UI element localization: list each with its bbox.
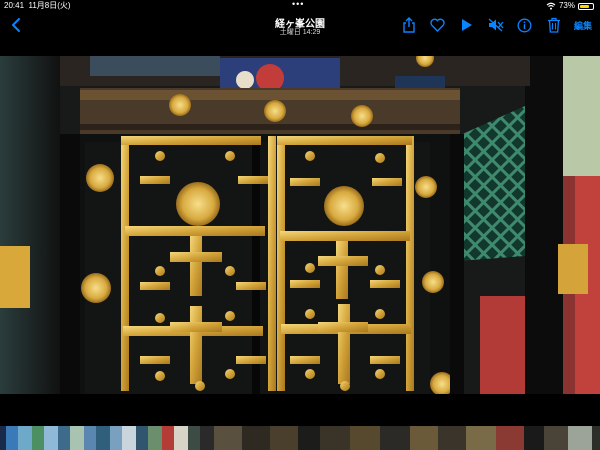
thumbnail[interactable] (466, 426, 496, 450)
thumbnail[interactable] (200, 426, 214, 450)
thumbnail[interactable] (188, 426, 200, 450)
edit-button[interactable]: 編集 (574, 19, 592, 32)
wifi-icon (546, 2, 556, 10)
nav-bar: 経ヶ峯公園 土曜日 14:29 編集 (0, 12, 600, 42)
photo-date: 土曜日 14:29 (279, 29, 321, 36)
thumbnail[interactable] (84, 426, 96, 450)
battery-percent: 73% (558, 1, 575, 10)
thumbnail[interactable] (18, 426, 32, 450)
multitasking-dots-icon[interactable]: ••• (292, 0, 304, 10)
info-button[interactable] (516, 16, 534, 34)
thumbnail[interactable] (496, 426, 524, 450)
play-button[interactable] (458, 16, 476, 34)
thumbnail[interactable] (592, 426, 600, 450)
photo-viewer[interactable] (0, 56, 600, 394)
thumbnail[interactable] (320, 426, 350, 450)
thumbnail[interactable] (44, 426, 58, 450)
thumbnail[interactable] (380, 426, 410, 450)
play-icon (461, 19, 472, 31)
status-clock: 20:41 (4, 1, 25, 10)
thumbnail[interactable] (524, 426, 544, 450)
status-right: 73% (546, 0, 594, 12)
status-bar: 20:41 11月8日(火) ••• 73% (0, 0, 600, 12)
thumbnail[interactable] (110, 426, 122, 450)
battery-icon (578, 2, 594, 10)
thumbnail[interactable] (568, 426, 592, 450)
gate-photo (0, 56, 600, 394)
thumbnail[interactable] (6, 426, 18, 450)
thumbnail[interactable] (298, 426, 320, 450)
thumbnail[interactable] (96, 426, 110, 450)
thumbnail[interactable] (270, 426, 298, 450)
thumbnail[interactable] (148, 426, 162, 450)
mute-button[interactable] (487, 16, 505, 34)
thumbnail[interactable] (242, 426, 270, 450)
status-date: 11月8日(火) (28, 1, 71, 10)
heart-icon (430, 18, 446, 32)
thumbnail[interactable] (162, 426, 174, 450)
info-icon (518, 18, 532, 32)
thumbnail[interactable] (32, 426, 44, 450)
thumbnail[interactable] (174, 426, 188, 450)
thumbnail[interactable] (58, 426, 70, 450)
thumbnail[interactable] (136, 426, 148, 450)
thumbnail[interactable] (438, 426, 466, 450)
thumbnail[interactable] (410, 426, 438, 450)
status-time: 20:41 11月8日(火) (4, 0, 71, 12)
thumbnail[interactable] (544, 426, 568, 450)
thumbnail[interactable] (122, 426, 136, 450)
delete-button[interactable] (545, 16, 563, 34)
favorite-button[interactable] (429, 16, 447, 34)
trash-icon (547, 17, 560, 33)
mute-icon (488, 18, 504, 32)
thumbnail[interactable] (350, 426, 380, 450)
thumbnail[interactable] (214, 426, 242, 450)
thumbnail-strip[interactable] (0, 426, 600, 450)
nav-actions: 編集 (400, 16, 592, 34)
share-icon (403, 17, 415, 33)
thumbnail[interactable] (70, 426, 84, 450)
back-chevron-icon[interactable] (8, 16, 26, 34)
share-button[interactable] (400, 16, 418, 34)
